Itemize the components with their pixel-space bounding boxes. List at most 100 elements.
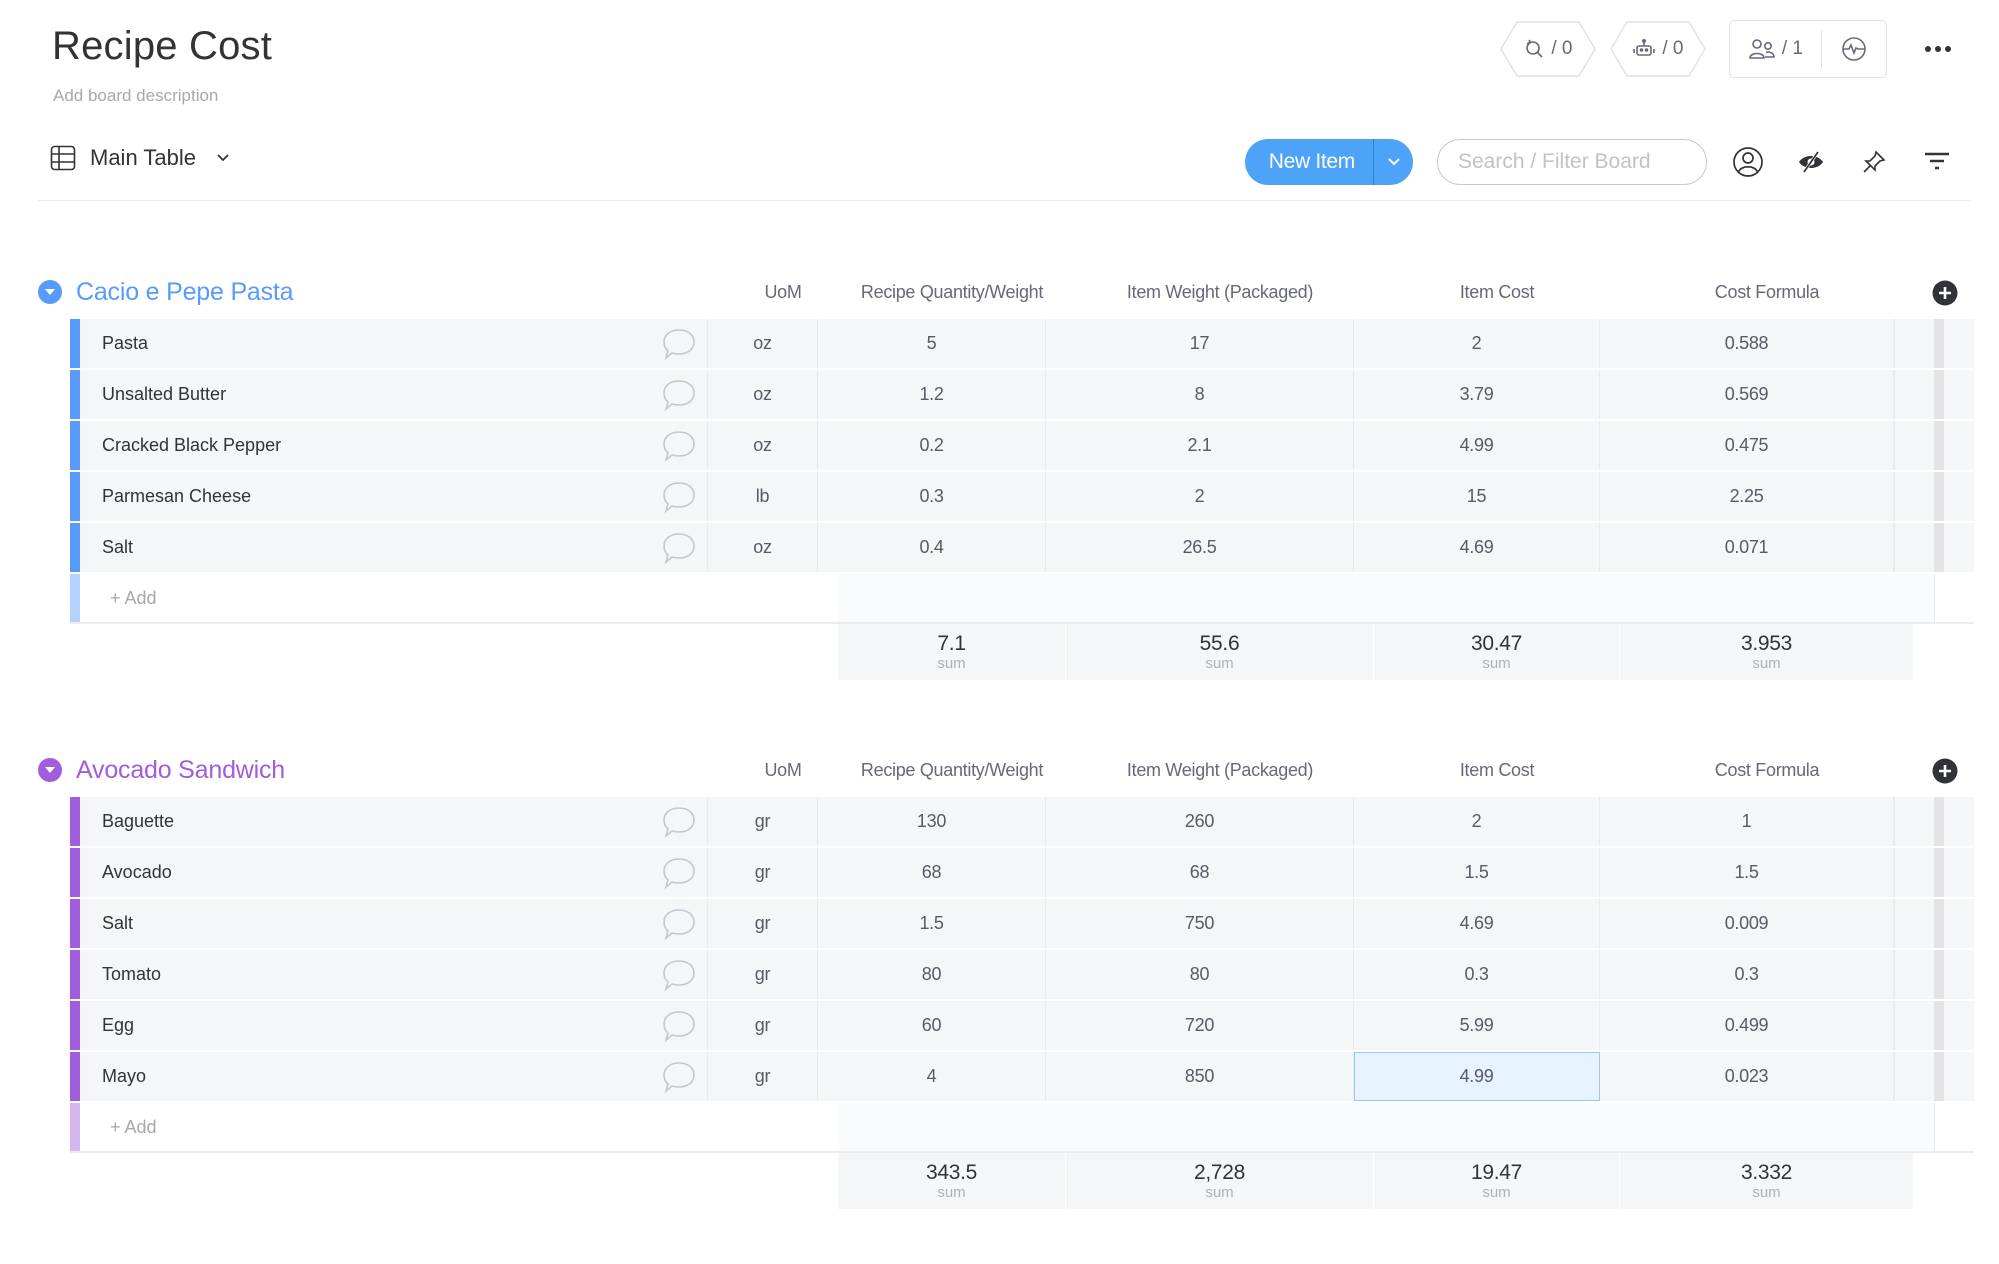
cell-recipe-qty[interactable]: 0.2: [818, 421, 1046, 470]
group-collapse-toggle[interactable]: [38, 758, 62, 782]
updates-button[interactable]: [650, 950, 708, 999]
group-title[interactable]: Avocado Sandwich: [76, 756, 285, 785]
cell-recipe-qty[interactable]: 60: [818, 1001, 1046, 1050]
updates-button[interactable]: [650, 899, 708, 948]
updates-button[interactable]: [650, 472, 708, 521]
add-column-icon[interactable]: [1932, 280, 1958, 306]
cell-item-cost[interactable]: 0.3: [1354, 950, 1600, 999]
person-filter-button[interactable]: [1726, 140, 1770, 184]
item-name[interactable]: Salt: [80, 899, 650, 948]
cell-uom[interactable]: oz: [708, 421, 818, 470]
column-header-cost-formula[interactable]: Cost Formula: [1620, 272, 1914, 312]
search-filter-input[interactable]: [1437, 139, 1707, 185]
members-button[interactable]: / 1: [1730, 21, 1821, 77]
cell-item-cost[interactable]: 2: [1354, 319, 1600, 368]
cell-item-weight[interactable]: 8: [1046, 370, 1354, 419]
column-header-item-weight[interactable]: Item Weight (Packaged): [1066, 750, 1374, 790]
cell-uom[interactable]: gr: [708, 950, 818, 999]
cell-recipe-qty[interactable]: 130: [818, 797, 1046, 846]
integrations-button[interactable]: / 0: [1499, 20, 1597, 78]
table-row[interactable]: Salt gr 1.5 750 4.69 0.009: [70, 899, 1974, 950]
cell-item-cost[interactable]: 4.99: [1354, 421, 1600, 470]
cell-uom[interactable]: gr: [708, 899, 818, 948]
cell-recipe-qty[interactable]: 0.4: [818, 523, 1046, 572]
cell-item-weight[interactable]: 850: [1046, 1052, 1354, 1101]
view-selector[interactable]: Main Table: [50, 145, 230, 171]
cell-item-cost[interactable]: 4.69: [1354, 523, 1600, 572]
more-menu-button[interactable]: [1917, 28, 1959, 70]
cell-item-cost[interactable]: 15: [1354, 472, 1600, 521]
cell-recipe-qty[interactable]: 5: [818, 319, 1046, 368]
cell-uom[interactable]: gr: [708, 1052, 818, 1101]
table-row[interactable]: Baguette gr 130 260 2 1: [70, 797, 1974, 848]
cell-uom[interactable]: oz: [708, 319, 818, 368]
pin-button[interactable]: [1852, 140, 1896, 184]
column-header-recipe-qty[interactable]: Recipe Quantity/Weight: [838, 272, 1066, 312]
table-row[interactable]: Pasta oz 5 17 2 0.588: [70, 319, 1974, 370]
add-item-row[interactable]: + Add: [70, 1103, 1974, 1153]
item-name[interactable]: Pasta: [80, 319, 650, 368]
column-header-recipe-qty[interactable]: Recipe Quantity/Weight: [838, 750, 1066, 790]
updates-button[interactable]: [650, 848, 708, 897]
column-header-cost-formula[interactable]: Cost Formula: [1620, 750, 1914, 790]
board-description[interactable]: Add board description: [53, 86, 218, 106]
add-item-input[interactable]: + Add: [80, 574, 838, 622]
cell-uom[interactable]: lb: [708, 472, 818, 521]
column-header-uom[interactable]: UoM: [728, 750, 838, 790]
cell-uom[interactable]: gr: [708, 797, 818, 846]
updates-button[interactable]: [650, 797, 708, 846]
cell-item-cost[interactable]: 3.79: [1354, 370, 1600, 419]
column-header-item-cost[interactable]: Item Cost: [1374, 272, 1620, 312]
activity-button[interactable]: [1822, 21, 1886, 77]
updates-button[interactable]: [650, 370, 708, 419]
updates-button[interactable]: [650, 1052, 708, 1101]
cell-uom[interactable]: gr: [708, 1001, 818, 1050]
cell-recipe-qty[interactable]: 1.5: [818, 899, 1046, 948]
cell-item-weight[interactable]: 80: [1046, 950, 1354, 999]
cell-recipe-qty[interactable]: 4: [818, 1052, 1046, 1101]
cell-item-cost-selected[interactable]: 4.99: [1354, 1052, 1600, 1101]
new-item-button[interactable]: New Item: [1245, 139, 1373, 185]
add-item-input[interactable]: + Add: [80, 1103, 838, 1151]
group-title[interactable]: Cacio e Pepe Pasta: [76, 278, 294, 307]
item-name[interactable]: Cracked Black Pepper: [80, 421, 650, 470]
cell-uom[interactable]: oz: [708, 370, 818, 419]
cell-uom[interactable]: gr: [708, 848, 818, 897]
cell-uom[interactable]: oz: [708, 523, 818, 572]
table-row[interactable]: Cracked Black Pepper oz 0.2 2.1 4.99 0.4…: [70, 421, 1974, 472]
add-item-row[interactable]: + Add: [70, 574, 1974, 624]
table-row[interactable]: Egg gr 60 720 5.99 0.499: [70, 1001, 1974, 1052]
new-item-dropdown[interactable]: [1373, 139, 1413, 185]
table-row[interactable]: Tomato gr 80 80 0.3 0.3: [70, 950, 1974, 1001]
updates-button[interactable]: [650, 319, 708, 368]
cell-recipe-qty[interactable]: 68: [818, 848, 1046, 897]
filter-button[interactable]: [1915, 140, 1959, 184]
table-row[interactable]: Salt oz 0.4 26.5 4.69 0.071: [70, 523, 1974, 574]
updates-button[interactable]: [650, 421, 708, 470]
group-collapse-toggle[interactable]: [38, 280, 62, 304]
cell-item-weight[interactable]: 720: [1046, 1001, 1354, 1050]
add-column-icon[interactable]: [1932, 758, 1958, 784]
item-name[interactable]: Tomato: [80, 950, 650, 999]
cell-item-weight[interactable]: 26.5: [1046, 523, 1354, 572]
cell-item-cost[interactable]: 5.99: [1354, 1001, 1600, 1050]
item-name[interactable]: Mayo: [80, 1052, 650, 1101]
cell-item-weight[interactable]: 750: [1046, 899, 1354, 948]
cell-item-weight[interactable]: 17: [1046, 319, 1354, 368]
hide-columns-button[interactable]: [1789, 140, 1833, 184]
updates-button[interactable]: [650, 523, 708, 572]
column-header-item-weight[interactable]: Item Weight (Packaged): [1066, 272, 1374, 312]
table-row[interactable]: Mayo gr 4 850 4.99 0.023: [70, 1052, 1974, 1103]
item-name[interactable]: Egg: [80, 1001, 650, 1050]
column-header-item-cost[interactable]: Item Cost: [1374, 750, 1620, 790]
updates-button[interactable]: [650, 1001, 708, 1050]
cell-recipe-qty[interactable]: 1.2: [818, 370, 1046, 419]
item-name[interactable]: Avocado: [80, 848, 650, 897]
cell-recipe-qty[interactable]: 0.3: [818, 472, 1046, 521]
cell-item-cost[interactable]: 4.69: [1354, 899, 1600, 948]
automations-button[interactable]: / 0: [1609, 20, 1707, 78]
cell-item-cost[interactable]: 1.5: [1354, 848, 1600, 897]
item-name[interactable]: Salt: [80, 523, 650, 572]
board-title[interactable]: Recipe Cost: [52, 24, 272, 69]
cell-recipe-qty[interactable]: 80: [818, 950, 1046, 999]
